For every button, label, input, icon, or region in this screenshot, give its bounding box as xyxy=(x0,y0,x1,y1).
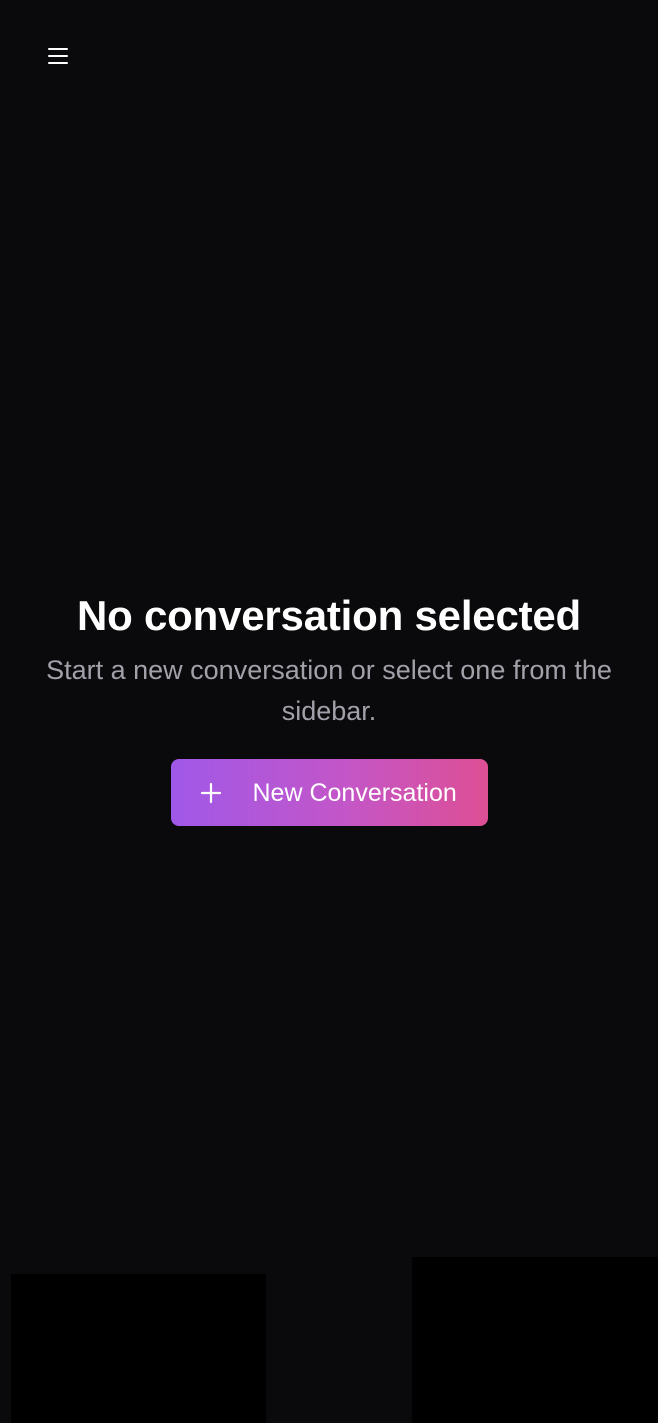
hamburger-menu-icon xyxy=(48,48,68,64)
overlay-panel-right xyxy=(412,1257,658,1423)
new-conversation-label: New Conversation xyxy=(252,778,457,807)
empty-state-subtitle: Start a new conversation or select one f… xyxy=(46,655,612,726)
empty-state-title: No conversation selected xyxy=(76,592,582,639)
empty-state: No conversation selected Start a new con… xyxy=(0,590,658,826)
chat-page: No conversation selected Start a new con… xyxy=(0,0,658,1423)
plus-icon xyxy=(199,781,223,805)
new-conversation-button[interactable]: New Conversation xyxy=(170,759,488,826)
overlay-panel-left xyxy=(11,1274,266,1423)
sidebar-toggle-button[interactable] xyxy=(38,36,78,76)
